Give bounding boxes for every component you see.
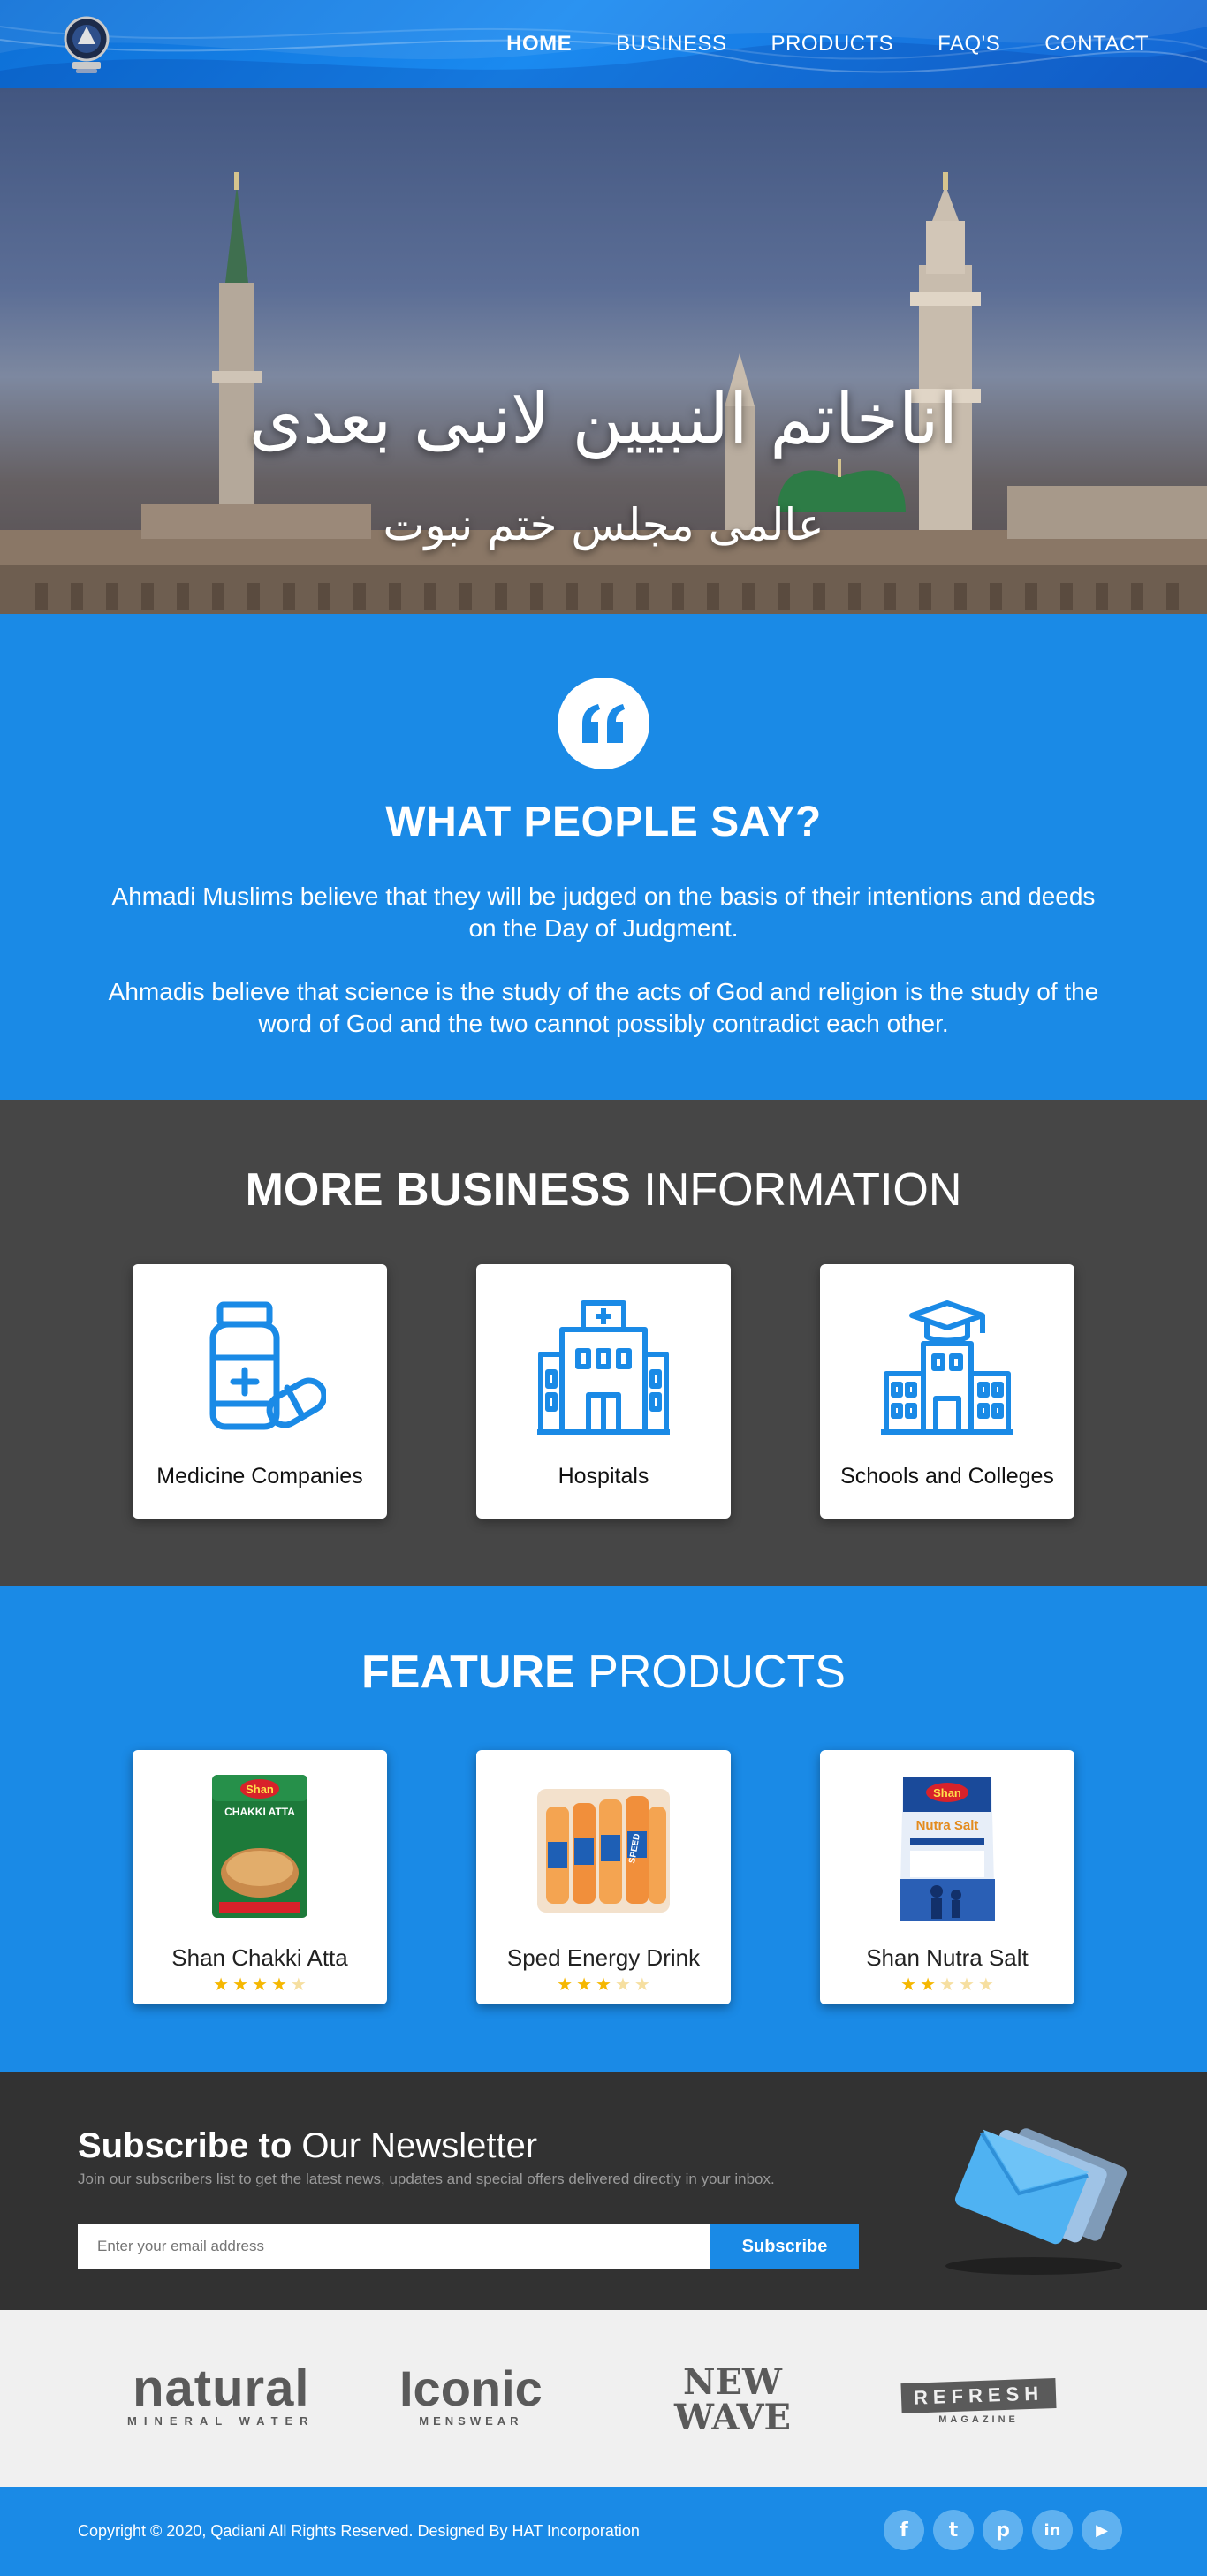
business-section-title: MORE BUSINESS INFORMATION [0,1163,1207,1216]
brand-tagline: MENSWEAR [419,2414,523,2428]
social-links: f t p in ▶ [884,2510,1122,2550]
newsletter-subtitle: Join our subscribers list to get the lat… [78,2171,775,2187]
energy-drink-pack-image: SPEED [537,1789,670,1913]
business-card-medicine[interactable]: Medicine Companies [133,1264,387,1519]
newsletter-title-light: Our Newsletter [301,2126,538,2165]
product-rating: ★ ★ ★ ★ ★ [133,1976,387,1994]
star-empty-icon: ★ [614,1975,631,1995]
brand-tagline: MAGAZINE [938,2414,1019,2425]
business-title-light: INFORMATION [643,1164,962,1216]
star-icon: ★ [557,1975,573,1995]
quote-icon [558,678,649,769]
product-rating: ★ ★ ★ ★ ★ [476,1976,731,1994]
product-card[interactable]: SPEED Sped Energy Drink ★ ★ ★ ★ ★ [476,1750,731,2004]
business-section: MORE BUSINESS INFORMATION Medicine Compa… [0,1100,1207,1586]
business-card-label: Medicine Companies [156,1464,363,1489]
site-logo[interactable] [62,12,111,76]
envelope-icon [945,2128,1127,2275]
site-header: HOME BUSINESS PRODUCTS FAQ'S CONTACT [0,0,1207,88]
pack-title: CHAKKI ATTA [224,1806,295,1818]
business-title-bold: MORE BUSINESS [245,1164,631,1216]
newsletter-title: Subscribe to Our Newsletter [78,2126,537,2166]
products-title-light: PRODUCTS [588,1647,846,1698]
medicine-icon [209,1301,326,1430]
pack-title: Nutra Salt [916,1818,979,1833]
business-card-label: Hospitals [558,1464,649,1489]
products-section-title: FEATURE PRODUCTS [0,1646,1207,1699]
brand-logo-refresh[interactable]: REFRESH MAGAZINE [900,2377,1057,2425]
pack-brand: Shan [246,1783,274,1796]
hero-banner: اناخاتم النبیین لانبی بعدی عالمی مجلس خت… [0,88,1207,614]
star-icon: ★ [576,1975,593,1995]
business-card-hospitals[interactable]: Hospitals [476,1264,731,1519]
product-name: Shan Nutra Salt [866,1944,1029,1971]
nav-home[interactable]: HOME [506,32,572,57]
testimonial-text: Ahmadis believe that science is the stud… [108,978,1099,1037]
star-icon: ★ [920,1975,937,1995]
chakki-atta-pack-image: Shan CHAKKI ATTA [212,1775,307,1918]
business-card-label: Schools and Colleges [840,1464,1054,1489]
brand-logos-strip: natural MINERAL WATER Iconic MENSWEAR NE… [0,2310,1207,2487]
nav-faqs[interactable]: FAQ'S [938,32,1000,57]
newsletter-section: Subscribe to Our Newsletter Join our sub… [0,2072,1207,2310]
brand-logo-natural[interactable]: natural MINERAL WATER [127,2363,315,2428]
nav-business[interactable]: BUSINESS [616,32,726,57]
products-section: FEATURE PRODUCTS Shan CHAKKI ATTA Shan C… [0,1586,1207,2072]
nav-contact[interactable]: CONTACT [1044,32,1149,57]
brand-name: NEW WAVE [673,2361,791,2438]
twitter-icon[interactable]: t [933,2510,974,2550]
brand-name: natural [133,2360,310,2417]
testimonial-section: WHAT PEOPLE SAY? Ahmadi Muslims believe … [0,614,1207,1100]
newsletter-title-bold: Subscribe to [78,2126,292,2165]
star-icon: ★ [596,1975,611,1995]
star-empty-icon: ★ [634,1975,650,1995]
product-name: Sped Energy Drink [506,1944,701,1971]
star-empty-icon: ★ [290,1975,307,1995]
products-title-bold: FEATURE [361,1647,575,1698]
star-empty-icon: ★ [939,1975,955,1995]
product-card[interactable]: Shan Nutra Salt Shan Nutra Salt ★ ★ ★ ★ … [820,1750,1074,2004]
testimonial-heading: WHAT PEOPLE SAY? [385,799,822,845]
facebook-icon[interactable]: f [884,2510,924,2550]
testimonial-text: Ahmadi Muslims believe that they will be… [111,883,1096,942]
hero-title: اناخاتم النبیین لانبی بعدی [248,380,959,459]
nutra-salt-pack-image: Shan Nutra Salt [900,1777,995,1921]
main-nav: HOME BUSINESS PRODUCTS FAQ'S CONTACT [506,0,1149,88]
subscribe-button[interactable]: Subscribe [710,2224,859,2269]
nav-products[interactable]: PRODUCTS [771,32,894,57]
business-card-schools[interactable]: Schools and Colleges [820,1264,1074,1519]
star-icon: ★ [252,1975,268,1995]
youtube-icon[interactable]: ▶ [1082,2510,1122,2550]
brand-logo-new-wave[interactable]: NEW WAVE [661,2365,804,2436]
star-icon: ★ [270,1975,287,1995]
star-icon: ★ [232,1975,249,1995]
pack-brand: Shan [933,1786,961,1799]
star-empty-icon: ★ [958,1975,975,1995]
pinterest-icon[interactable]: p [983,2510,1023,2550]
brand-name: REFRESH [900,2377,1057,2414]
star-icon: ★ [900,1975,917,1995]
hero-subtitle: عالمی مجلس ختم نبوت [383,499,824,550]
newsletter-email-input[interactable] [78,2224,710,2269]
linkedin-icon[interactable]: in [1032,2510,1073,2550]
product-rating: ★ ★ ★ ★ ★ [820,1976,1074,1994]
copyright-text: Copyright © 2020, Qadiani All Rights Res… [78,2522,640,2540]
star-empty-icon: ★ [977,1975,994,1995]
product-name: Shan Chakki Atta [171,1944,348,1971]
site-footer: Copyright © 2020, Qadiani All Rights Res… [0,2487,1207,2576]
star-icon: ★ [213,1975,230,1995]
brand-tagline: MINERAL WATER [127,2414,315,2428]
brand-logo-iconic[interactable]: Iconic MENSWEAR [399,2363,543,2428]
school-icon [881,1300,1013,1435]
product-card[interactable]: Shan CHAKKI ATTA Shan Chakki Atta ★ ★ ★ … [133,1750,387,2004]
hospital-icon [537,1300,670,1435]
brand-name: Iconic [399,2360,543,2416]
